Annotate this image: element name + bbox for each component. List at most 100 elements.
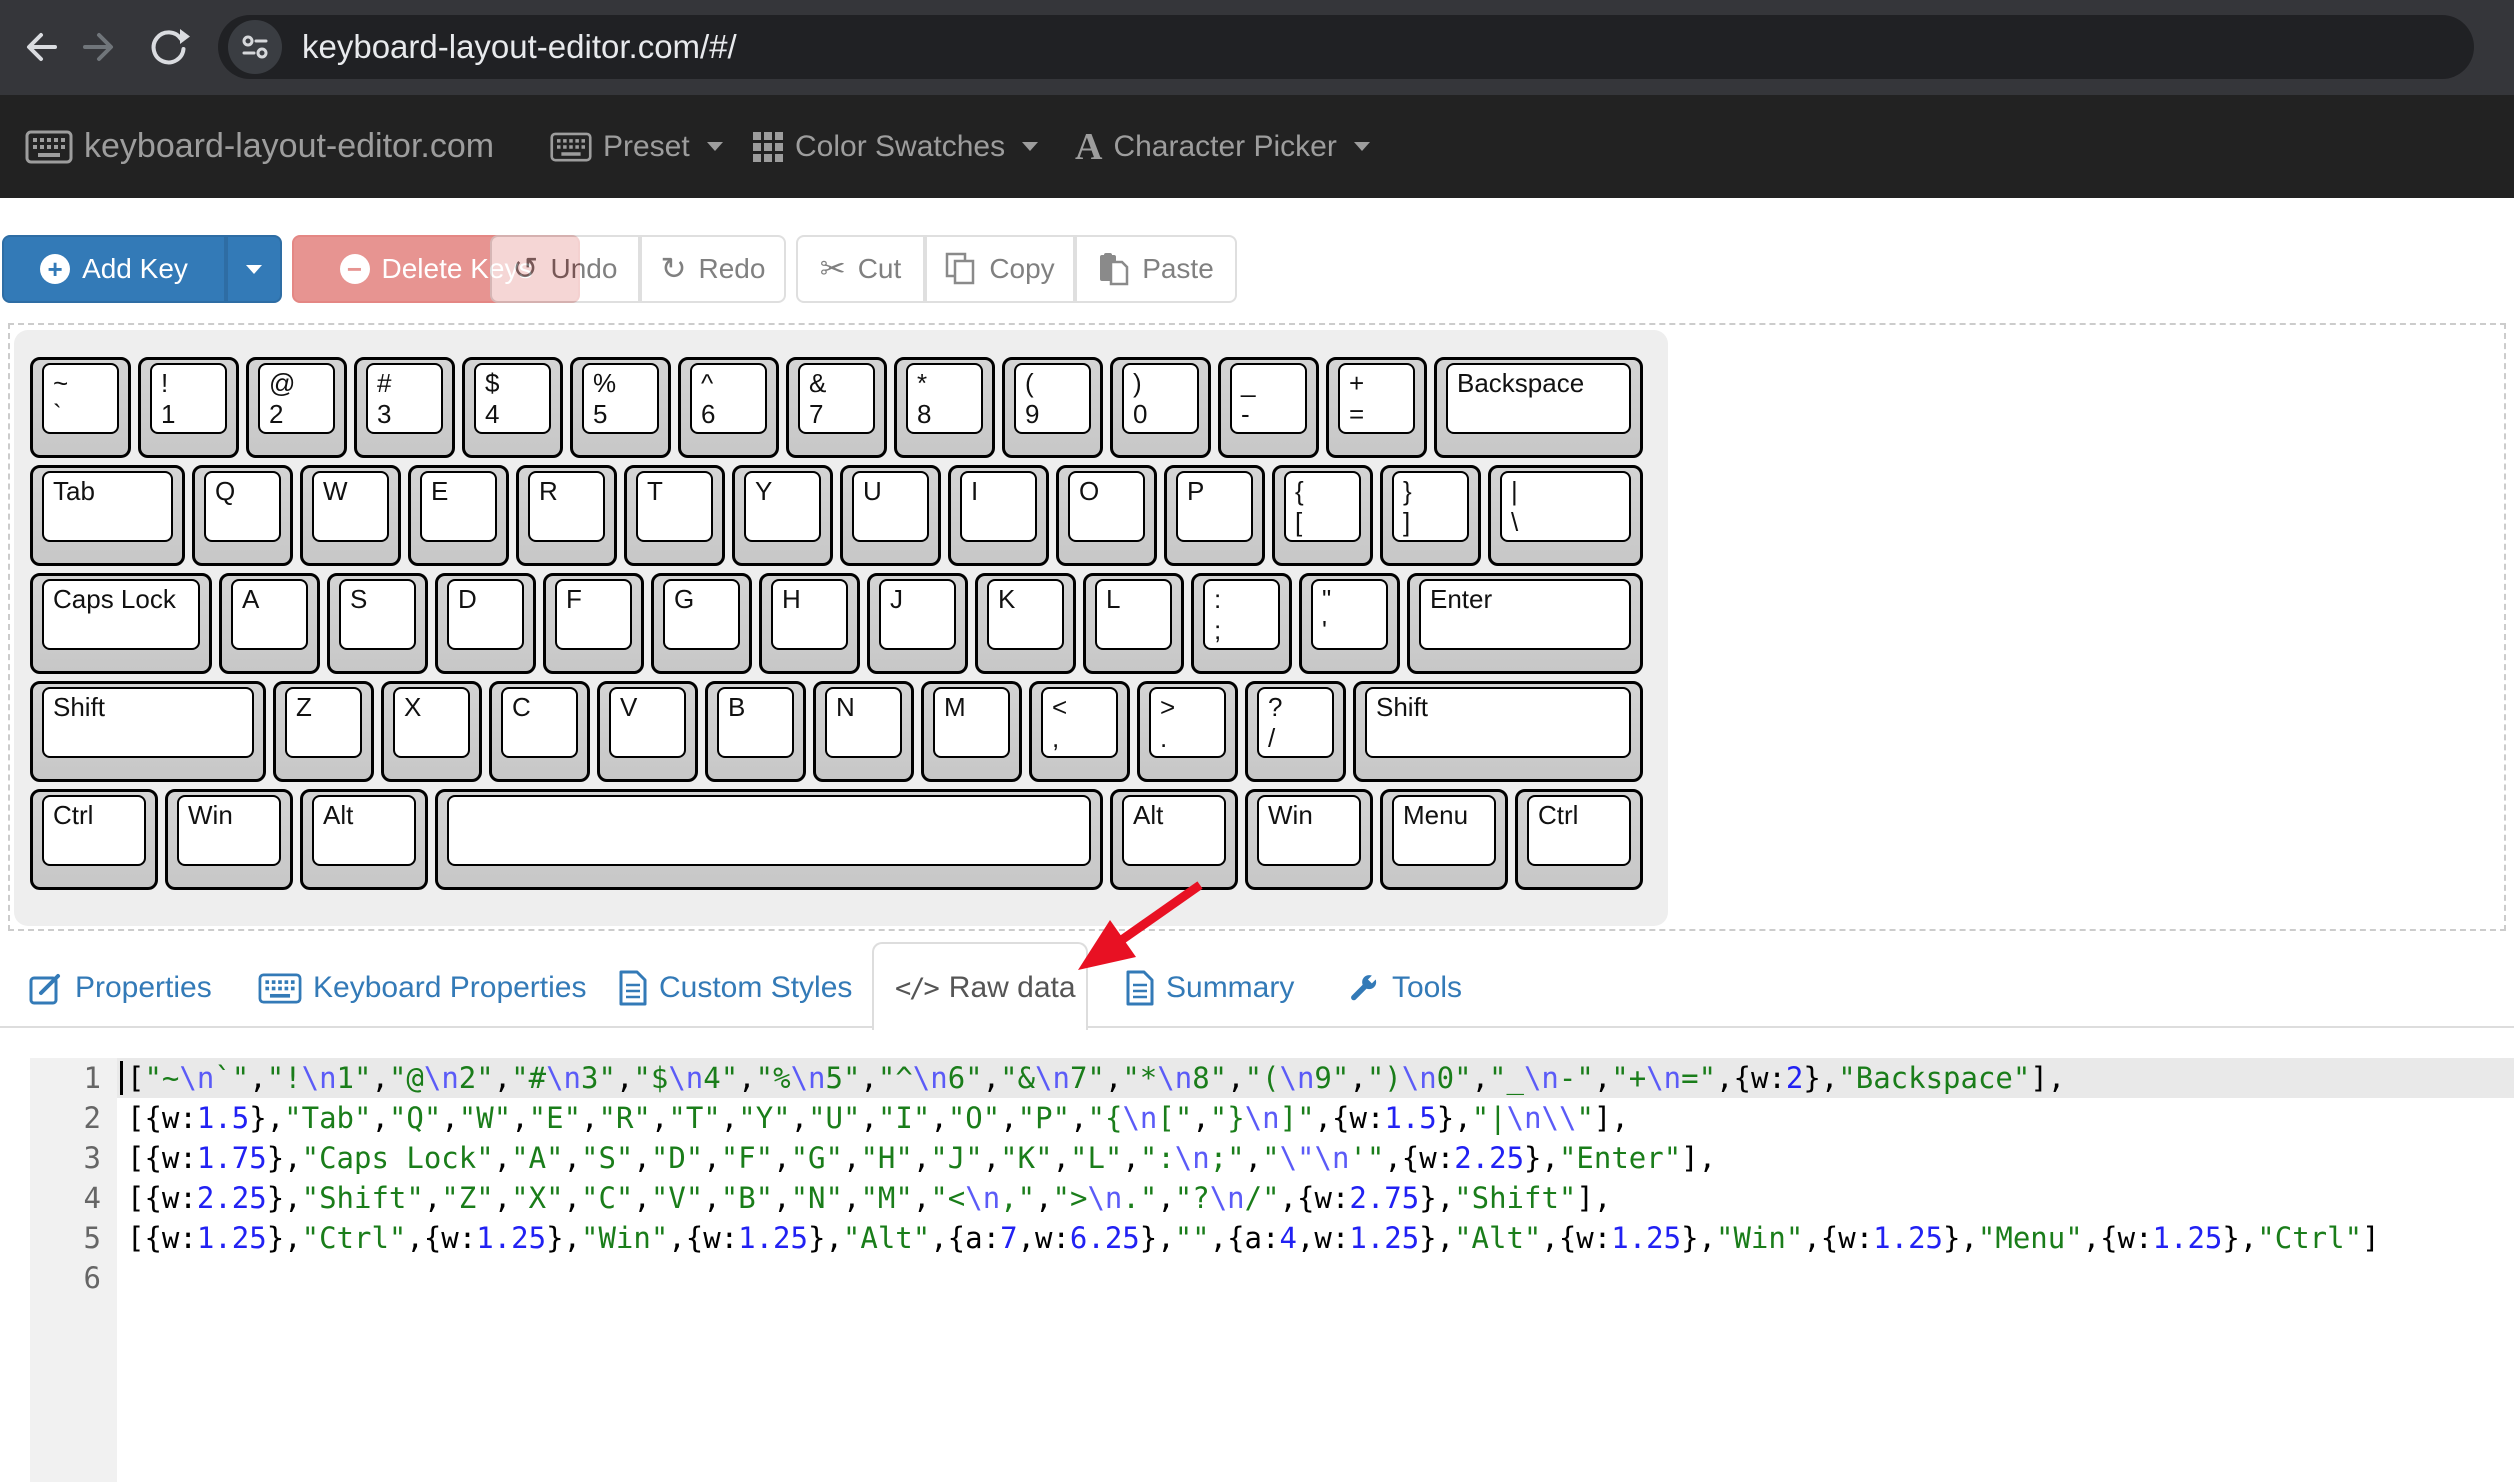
key-l[interactable]: L bbox=[1083, 573, 1184, 674]
key-z[interactable]: Z bbox=[273, 681, 374, 782]
menu-character-picker[interactable]: A Character Picker bbox=[1075, 95, 1370, 198]
key-v[interactable]: V bbox=[597, 681, 698, 782]
code-line[interactable]: [{w:1.75},"Caps Lock","A","S","D","F","G… bbox=[127, 1138, 1716, 1178]
keycap-face: L bbox=[1095, 579, 1172, 650]
key-win[interactable]: Win bbox=[1245, 789, 1373, 890]
key-c[interactable]: C bbox=[489, 681, 590, 782]
key-alt[interactable]: Alt bbox=[300, 789, 428, 890]
tab-keyboard-properties[interactable]: Keyboard Properties bbox=[258, 958, 587, 1018]
key-enter[interactable]: Enter bbox=[1407, 573, 1643, 674]
line-number: 4 bbox=[30, 1178, 117, 1218]
key-space[interactable]: &7 bbox=[786, 357, 887, 458]
key-space[interactable]: |\ bbox=[1488, 465, 1643, 566]
key-t[interactable]: T bbox=[624, 465, 725, 566]
forward-button[interactable] bbox=[66, 14, 132, 80]
key-space[interactable] bbox=[435, 789, 1103, 890]
key-space[interactable]: ~` bbox=[30, 357, 131, 458]
key-a[interactable]: A bbox=[219, 573, 320, 674]
key-space[interactable]: {[ bbox=[1272, 465, 1373, 566]
key-g[interactable]: G bbox=[651, 573, 752, 674]
code-token: "" bbox=[1175, 1221, 1210, 1255]
code-line[interactable]: [{w:1.5},"Tab","Q","W","E","R","T","Y","… bbox=[127, 1098, 1629, 1138]
code-token: \n bbox=[546, 1061, 581, 1095]
key-space[interactable]: (9 bbox=[1002, 357, 1103, 458]
key-menu[interactable]: Menu bbox=[1380, 789, 1508, 890]
redo-button[interactable]: ↻ Redo bbox=[640, 235, 786, 303]
key-r[interactable]: R bbox=[516, 465, 617, 566]
copy-button[interactable]: Copy bbox=[925, 235, 1075, 303]
keycap-face: _- bbox=[1230, 363, 1307, 434]
key-tab[interactable]: Tab bbox=[30, 465, 185, 566]
add-key-button[interactable]: + Add Key bbox=[2, 235, 226, 303]
key-x[interactable]: X bbox=[381, 681, 482, 782]
key-space[interactable]: !1 bbox=[138, 357, 239, 458]
key-space[interactable]: #3 bbox=[354, 357, 455, 458]
key-space[interactable]: >. bbox=[1137, 681, 1238, 782]
raw-data-editor[interactable]: ["~\n`","!\n1","@\n2","#\n3","$\n4","%\n… bbox=[127, 1058, 2507, 1482]
key-space[interactable]: _- bbox=[1218, 357, 1319, 458]
tab-properties[interactable]: Properties bbox=[28, 958, 212, 1018]
reload-button[interactable] bbox=[136, 14, 202, 80]
tab-custom-styles[interactable]: Custom Styles bbox=[618, 958, 852, 1018]
url-text[interactable]: keyboard-layout-editor.com/#/ bbox=[302, 15, 737, 79]
key-backspace[interactable]: Backspace bbox=[1434, 357, 1643, 458]
cut-button[interactable]: ✂ Cut bbox=[796, 235, 925, 303]
key-i[interactable]: I bbox=[948, 465, 1049, 566]
key-space[interactable]: <, bbox=[1029, 681, 1130, 782]
key-label-upper: > bbox=[1160, 692, 1215, 723]
code-line[interactable]: [{w:1.25},"Ctrl",{w:1.25},"Win",{w:1.25}… bbox=[127, 1218, 2380, 1258]
key-y[interactable]: Y bbox=[732, 465, 833, 566]
key-space[interactable]: }] bbox=[1380, 465, 1481, 566]
key-space[interactable]: @2 bbox=[246, 357, 347, 458]
key-o[interactable]: O bbox=[1056, 465, 1157, 566]
tab-raw-data[interactable]: </> Raw data bbox=[895, 958, 1076, 1018]
key-win[interactable]: Win bbox=[165, 789, 293, 890]
key-p[interactable]: P bbox=[1164, 465, 1265, 566]
key-space[interactable]: *8 bbox=[894, 357, 995, 458]
key-f[interactable]: F bbox=[543, 573, 644, 674]
key-h[interactable]: H bbox=[759, 573, 860, 674]
url-bar[interactable]: keyboard-layout-editor.com/#/ bbox=[218, 15, 2474, 79]
tab-summary[interactable]: Summary bbox=[1125, 958, 1294, 1018]
code-line[interactable]: ["~\n`","!\n1","@\n2","#\n3","$\n4","%\n… bbox=[127, 1058, 2065, 1098]
back-button[interactable] bbox=[8, 14, 74, 80]
key-space[interactable]: ^6 bbox=[678, 357, 779, 458]
key-ctrl[interactable]: Ctrl bbox=[30, 789, 158, 890]
key-shift[interactable]: Shift bbox=[1353, 681, 1643, 782]
menu-color-swatches[interactable]: Color Swatches bbox=[752, 95, 1038, 198]
key-s[interactable]: S bbox=[327, 573, 428, 674]
key-space[interactable]: %5 bbox=[570, 357, 671, 458]
key-m[interactable]: M bbox=[921, 681, 1022, 782]
key-space[interactable]: "' bbox=[1299, 573, 1400, 674]
key-alt[interactable]: Alt bbox=[1110, 789, 1238, 890]
key-e[interactable]: E bbox=[408, 465, 509, 566]
key-ctrl[interactable]: Ctrl bbox=[1515, 789, 1643, 890]
brand-link[interactable]: keyboard-layout-editor.com bbox=[25, 95, 494, 198]
key-b[interactable]: B bbox=[705, 681, 806, 782]
key-n[interactable]: N bbox=[813, 681, 914, 782]
keycap-face: }] bbox=[1392, 471, 1469, 542]
key-shift[interactable]: Shift bbox=[30, 681, 266, 782]
paste-button[interactable]: Paste bbox=[1075, 235, 1237, 303]
key-q[interactable]: Q bbox=[192, 465, 293, 566]
code-token: \n bbox=[424, 1061, 459, 1095]
tab-tools[interactable]: Tools bbox=[1345, 958, 1462, 1018]
site-settings-button[interactable] bbox=[228, 20, 282, 74]
key-u[interactable]: U bbox=[840, 465, 941, 566]
key-space[interactable]: ?/ bbox=[1245, 681, 1346, 782]
key-space[interactable]: $4 bbox=[462, 357, 563, 458]
scissors-icon: ✂ bbox=[820, 254, 846, 285]
key-j[interactable]: J bbox=[867, 573, 968, 674]
key-caps-lock[interactable]: Caps Lock bbox=[30, 573, 212, 674]
undo-button[interactable]: ↺ Undo bbox=[490, 235, 640, 303]
key-space[interactable]: )0 bbox=[1110, 357, 1211, 458]
key-w[interactable]: W bbox=[300, 465, 401, 566]
key-space[interactable]: += bbox=[1326, 357, 1427, 458]
menu-preset[interactable]: Preset bbox=[550, 95, 723, 198]
code-line[interactable]: [{w:2.25},"Shift","Z","X","C","V","B","N… bbox=[127, 1178, 1611, 1218]
key-space[interactable]: :; bbox=[1191, 573, 1292, 674]
key-k[interactable]: K bbox=[975, 573, 1076, 674]
add-key-dropdown-button[interactable] bbox=[226, 235, 282, 303]
key-d[interactable]: D bbox=[435, 573, 536, 674]
line-number: 6 bbox=[30, 1258, 117, 1298]
